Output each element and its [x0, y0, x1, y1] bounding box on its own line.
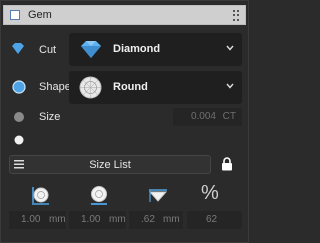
depth-value: .62 [141, 214, 155, 225]
shape-label: Shape [39, 81, 71, 93]
shape-radio-icon[interactable] [12, 80, 26, 94]
cut-label: Cut [39, 44, 57, 56]
panel-title: Gem [28, 9, 52, 21]
size-list-label: Size List [89, 159, 131, 171]
cut-radio-icon[interactable] [11, 43, 25, 55]
cut-dropdown[interactable]: Diamond [69, 33, 242, 66]
size-list-button[interactable]: Size List [9, 155, 211, 174]
size-label: Size [39, 111, 61, 123]
chevron-down-icon [226, 45, 234, 51]
size-radio-icon[interactable] [13, 111, 25, 123]
panel-header[interactable]: Gem [3, 5, 246, 25]
cut-value: Diamond [113, 43, 161, 55]
diameter-icon [32, 187, 49, 205]
girdle-unit: mm [109, 214, 126, 225]
lock-icon[interactable] [221, 157, 233, 171]
size-unit: CT [222, 111, 236, 122]
girdle-input[interactable]: 1.00 mm [69, 211, 126, 229]
depth-icon [148, 189, 168, 202]
size-value: 0.004 [190, 111, 216, 122]
percent-icon: % [201, 182, 219, 204]
diamond-icon [81, 41, 101, 58]
diameter-value: 1.00 [21, 214, 41, 225]
shape-dropdown[interactable]: Round [69, 71, 242, 104]
size-input[interactable]: 0.004 CT [173, 108, 242, 126]
percent-value: 62 [206, 214, 218, 225]
shape-value: Round [113, 81, 148, 93]
percent-input[interactable]: 62 [187, 211, 242, 229]
gem-panel: Gem Cut Diamond Shape Round Size 0.004 C… [0, 0, 249, 243]
diameter-unit: mm [49, 214, 66, 225]
gem-toggle-icon[interactable] [10, 10, 20, 20]
girdle-value: 1.00 [81, 214, 101, 225]
drag-handle-icon[interactable] [233, 10, 239, 21]
depth-input[interactable]: .62 mm [129, 211, 183, 229]
round-gem-icon [79, 76, 102, 99]
girdle-icon [91, 186, 107, 205]
size-list-radio-icon[interactable] [14, 135, 24, 145]
chevron-down-icon [226, 83, 234, 89]
depth-unit: mm [163, 214, 180, 225]
diameter-input[interactable]: 1.00 mm [9, 211, 66, 229]
